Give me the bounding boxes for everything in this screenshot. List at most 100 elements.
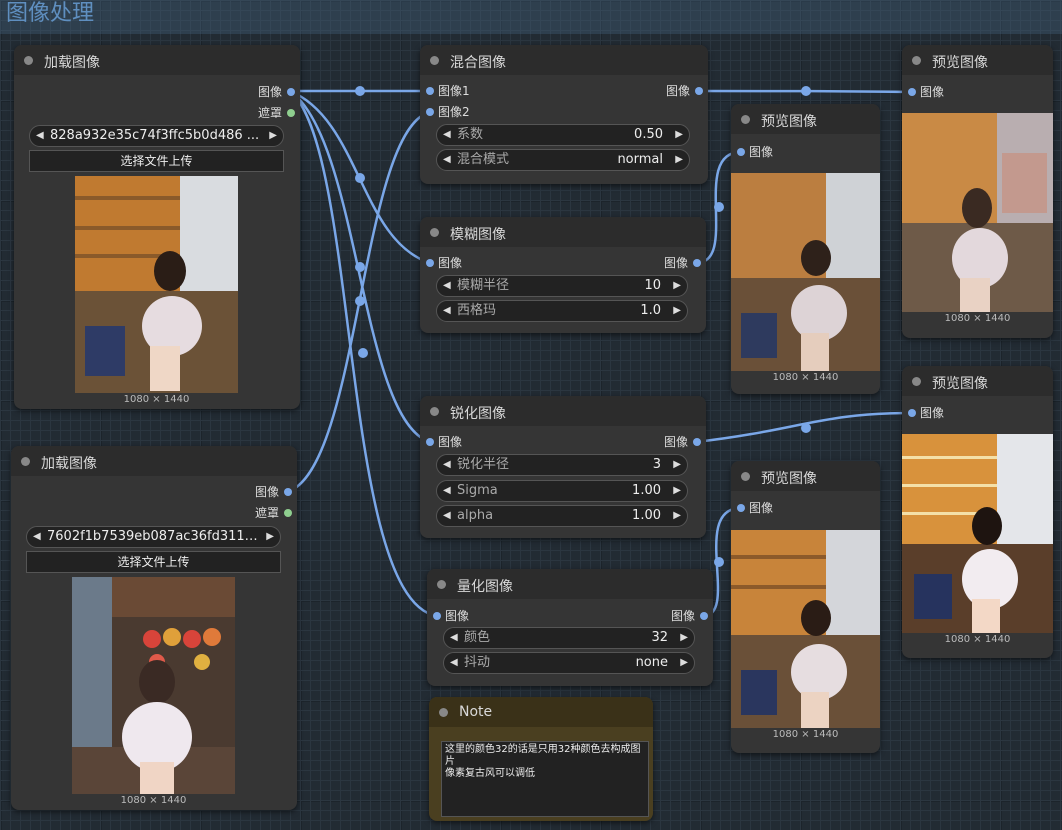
arrow-right-icon[interactable]: ▶ bbox=[680, 653, 688, 673]
arrow-right-icon[interactable]: ▶ bbox=[673, 481, 681, 501]
arrow-right-icon[interactable]: ▶ bbox=[673, 506, 681, 526]
load-image-node-1[interactable]: 加载图像 图像 遮罩 ◀ 828a932e35c74f3ffc5b0d486 .… bbox=[14, 45, 300, 409]
blur-radius-slider[interactable]: ◀ 模糊半径 10 ▶ bbox=[436, 275, 688, 297]
blur-image-node[interactable]: 模糊图像 图像 图像 ◀ 模糊半径 10 ▶ ◀ 西格玛 1.0 ▶ bbox=[420, 217, 706, 333]
arrow-right-icon[interactable]: ▶ bbox=[266, 527, 274, 547]
preview-image-node-2[interactable]: 预览图像 图像 1080 × 1440 bbox=[731, 104, 880, 394]
load-image-node-2[interactable]: 加载图像 图像 遮罩 ◀ 7602f1b7539eb087ac36fd311b … bbox=[11, 446, 297, 810]
sharpen-radius-slider[interactable]: ◀ 锐化半径 3 ▶ bbox=[436, 454, 688, 476]
arrow-left-icon[interactable]: ◀ bbox=[450, 628, 458, 648]
port-dot-icon[interactable] bbox=[287, 109, 295, 117]
port-dot-icon[interactable] bbox=[433, 612, 441, 620]
input-port-image[interactable]: 图像 bbox=[908, 405, 988, 421]
blend-factor-slider[interactable]: ◀ 系数 0.50 ▶ bbox=[436, 124, 690, 146]
arrow-right-icon[interactable]: ▶ bbox=[675, 150, 683, 170]
collapse-dot-icon[interactable] bbox=[430, 228, 439, 237]
node-header[interactable]: 预览图像 bbox=[902, 45, 1053, 75]
input-port-image[interactable]: 图像 bbox=[426, 255, 506, 271]
port-dot-icon[interactable] bbox=[908, 88, 916, 96]
collapse-dot-icon[interactable] bbox=[912, 56, 921, 65]
collapse-dot-icon[interactable] bbox=[912, 377, 921, 386]
node-header[interactable]: 模糊图像 bbox=[420, 217, 706, 247]
arrow-left-icon[interactable]: ◀ bbox=[443, 276, 451, 296]
collapse-dot-icon[interactable] bbox=[430, 56, 439, 65]
port-dot-icon[interactable] bbox=[426, 108, 434, 116]
port-dot-icon[interactable] bbox=[287, 88, 295, 96]
sharpen-image-node[interactable]: 锐化图像 图像 图像 ◀ 锐化半径 3 ▶ ◀ Sigma 1.00 ▶ ◀ a… bbox=[420, 396, 706, 538]
input-port-image1[interactable]: 图像1 bbox=[426, 83, 506, 99]
output-port-mask[interactable]: 遮罩 bbox=[215, 105, 295, 121]
output-port-image[interactable]: 图像 bbox=[215, 84, 295, 100]
filename-combo[interactable]: ◀ 7602f1b7539eb087ac36fd311b ... ▶ bbox=[26, 526, 281, 548]
node-header[interactable]: 加载图像 bbox=[11, 446, 297, 476]
node-header[interactable]: 加载图像 bbox=[14, 45, 300, 75]
output-port-image[interactable]: 图像 bbox=[621, 255, 701, 271]
output-port-mask[interactable]: 遮罩 bbox=[212, 505, 292, 521]
arrow-left-icon[interactable]: ◀ bbox=[36, 126, 44, 146]
input-port-image[interactable]: 图像 bbox=[908, 84, 988, 100]
output-port-image[interactable]: 图像 bbox=[628, 608, 708, 624]
arrow-right-icon[interactable]: ▶ bbox=[675, 125, 683, 145]
port-dot-icon[interactable] bbox=[695, 87, 703, 95]
port-dot-icon[interactable] bbox=[426, 87, 434, 95]
sharpen-alpha-slider[interactable]: ◀ alpha 1.00 ▶ bbox=[436, 505, 688, 527]
port-dot-icon[interactable] bbox=[284, 509, 292, 517]
port-dot-icon[interactable] bbox=[693, 259, 701, 267]
output-port-image[interactable]: 图像 bbox=[621, 434, 701, 450]
collapse-dot-icon[interactable] bbox=[741, 472, 750, 481]
arrow-left-icon[interactable]: ◀ bbox=[443, 506, 451, 526]
note-textarea[interactable]: 这里的颜色32的话是只用32种颜色去构成图片 像素复古风可以调低 bbox=[441, 741, 649, 817]
preview-image-node-1[interactable]: 预览图像 图像 1080 × 1440 bbox=[902, 45, 1053, 338]
collapse-dot-icon[interactable] bbox=[24, 56, 33, 65]
arrow-left-icon[interactable]: ◀ bbox=[450, 653, 458, 673]
node-header[interactable]: 混合图像 bbox=[420, 45, 708, 75]
port-dot-icon[interactable] bbox=[737, 148, 745, 156]
arrow-left-icon[interactable]: ◀ bbox=[443, 301, 451, 321]
blend-mode-combo[interactable]: ◀ 混合模式 normal ▶ bbox=[436, 149, 690, 171]
arrow-left-icon[interactable]: ◀ bbox=[33, 527, 41, 547]
port-dot-icon[interactable] bbox=[908, 409, 916, 417]
port-dot-icon[interactable] bbox=[284, 488, 292, 496]
arrow-right-icon[interactable]: ▶ bbox=[673, 276, 681, 296]
filename-combo[interactable]: ◀ 828a932e35c74f3ffc5b0d486 ... ▶ bbox=[29, 125, 284, 147]
preview-image-node-3[interactable]: 预览图像 图像 1080 × 1440 bbox=[902, 366, 1053, 658]
collapse-dot-icon[interactable] bbox=[437, 580, 446, 589]
arrow-left-icon[interactable]: ◀ bbox=[443, 481, 451, 501]
quantize-colors-slider[interactable]: ◀ 颜色 32 ▶ bbox=[443, 627, 695, 649]
port-dot-icon[interactable] bbox=[737, 504, 745, 512]
input-port-image[interactable]: 图像 bbox=[737, 500, 817, 516]
sharpen-sigma-slider[interactable]: ◀ Sigma 1.00 ▶ bbox=[436, 480, 688, 502]
node-header[interactable]: 锐化图像 bbox=[420, 396, 706, 426]
collapse-dot-icon[interactable] bbox=[741, 115, 750, 124]
output-port-image[interactable]: 图像 bbox=[212, 484, 292, 500]
node-header[interactable]: 预览图像 bbox=[902, 366, 1053, 396]
input-port-image2[interactable]: 图像2 bbox=[426, 104, 506, 120]
upload-button[interactable]: 选择文件上传 bbox=[29, 150, 284, 172]
collapse-dot-icon[interactable] bbox=[430, 407, 439, 416]
arrow-right-icon[interactable]: ▶ bbox=[269, 126, 277, 146]
arrow-left-icon[interactable]: ◀ bbox=[443, 125, 451, 145]
input-port-image[interactable]: 图像 bbox=[737, 144, 817, 160]
upload-button[interactable]: 选择文件上传 bbox=[26, 551, 281, 573]
arrow-right-icon[interactable]: ▶ bbox=[673, 455, 681, 475]
blur-sigma-slider[interactable]: ◀ 西格玛 1.0 ▶ bbox=[436, 300, 688, 322]
port-dot-icon[interactable] bbox=[700, 612, 708, 620]
node-header[interactable]: Note bbox=[429, 697, 653, 727]
quantize-image-node[interactable]: 量化图像 图像 图像 ◀ 颜色 32 ▶ ◀ 抖动 none ▶ bbox=[427, 569, 713, 686]
quantize-dither-combo[interactable]: ◀ 抖动 none ▶ bbox=[443, 652, 695, 674]
preview-image-node-4[interactable]: 预览图像 图像 1080 × 1440 bbox=[731, 461, 880, 753]
collapse-dot-icon[interactable] bbox=[21, 457, 30, 466]
arrow-left-icon[interactable]: ◀ bbox=[443, 455, 451, 475]
input-port-image[interactable]: 图像 bbox=[433, 608, 513, 624]
node-header[interactable]: 预览图像 bbox=[731, 461, 880, 491]
arrow-left-icon[interactable]: ◀ bbox=[443, 150, 451, 170]
arrow-right-icon[interactable]: ▶ bbox=[673, 301, 681, 321]
port-dot-icon[interactable] bbox=[426, 438, 434, 446]
port-dot-icon[interactable] bbox=[426, 259, 434, 267]
node-header[interactable]: 预览图像 bbox=[731, 104, 880, 134]
output-port-image[interactable]: 图像 bbox=[623, 83, 703, 99]
group-header[interactable]: 图像处理 bbox=[0, 0, 1062, 34]
note-node[interactable]: Note 这里的颜色32的话是只用32种颜色去构成图片 像素复古风可以调低 bbox=[429, 697, 653, 821]
input-port-image[interactable]: 图像 bbox=[426, 434, 506, 450]
blend-image-node[interactable]: 混合图像 图像1 图像2 图像 ◀ 系数 0.50 ▶ ◀ 混合模式 norma… bbox=[420, 45, 708, 184]
